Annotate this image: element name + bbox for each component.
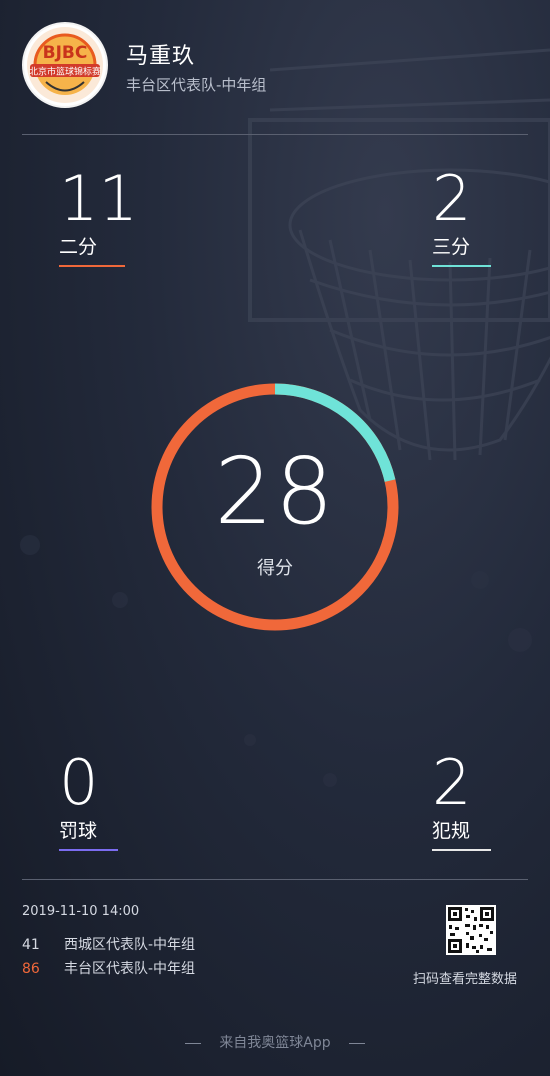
qr-code[interactable] bbox=[446, 905, 496, 955]
stat-free-throw-value: 0 bbox=[59, 746, 99, 819]
stat-three-point: 2 三分 bbox=[432, 168, 491, 267]
header-divider bbox=[22, 134, 528, 135]
footer-source: 来自我奥篮球App bbox=[0, 1032, 550, 1052]
team-logo-avatar: BJBC 北京市篮球锦标赛 bbox=[22, 22, 108, 108]
total-score-value: 28 bbox=[214, 438, 336, 545]
match-team-row: 41 西城区代表队-中年组 bbox=[22, 934, 195, 954]
stat-foul-underline bbox=[432, 849, 491, 851]
footer-dash-left bbox=[185, 1042, 202, 1044]
total-score-label: 得分 bbox=[257, 558, 293, 579]
stat-three-point-label: 三分 bbox=[432, 236, 471, 258]
stat-free-throw-label: 罚球 bbox=[59, 820, 98, 842]
qr-caption: 扫码查看完整数据 bbox=[413, 972, 518, 987]
player-name: 马重玖 bbox=[126, 44, 196, 69]
stat-two-point: 11 二分 bbox=[59, 162, 138, 267]
team-score: 41 bbox=[22, 937, 40, 953]
stat-free-throw: 0 罚球 bbox=[59, 752, 118, 851]
player-header: BJBC 北京市篮球锦标赛 马重玖 丰台区代表队-中年组 bbox=[22, 22, 532, 110]
logo-mark-text: BJBC bbox=[43, 43, 88, 63]
stat-three-point-value: 2 bbox=[432, 162, 472, 235]
total-score-ring: 28 得分 bbox=[146, 378, 404, 636]
stat-two-point-label: 二分 bbox=[59, 236, 98, 258]
stat-two-point-value: 11 bbox=[59, 162, 138, 235]
logo-caption-text: 北京市篮球锦标赛 bbox=[29, 66, 101, 78]
match-divider bbox=[22, 879, 528, 880]
footer-source-text: 来自我奥篮球App bbox=[219, 1035, 331, 1051]
stat-foul-value: 2 bbox=[432, 746, 472, 819]
team-name: 西城区代表队-中年组 bbox=[64, 937, 196, 953]
team-score: 86 bbox=[22, 961, 40, 977]
stat-three-point-underline bbox=[432, 265, 491, 267]
stat-two-point-underline bbox=[59, 265, 125, 267]
team-name: 丰台区代表队-中年组 bbox=[64, 961, 196, 977]
match-datetime: 2019-11-10 14:00 bbox=[22, 904, 140, 919]
player-team-name: 丰台区代表队-中年组 bbox=[126, 76, 267, 94]
stat-foul: 2 犯规 bbox=[432, 752, 491, 851]
stat-free-throw-underline bbox=[59, 849, 118, 851]
match-team-row: 86 丰台区代表队-中年组 bbox=[22, 958, 195, 978]
stat-foul-label: 犯规 bbox=[432, 820, 471, 842]
footer-dash-right bbox=[348, 1042, 365, 1044]
